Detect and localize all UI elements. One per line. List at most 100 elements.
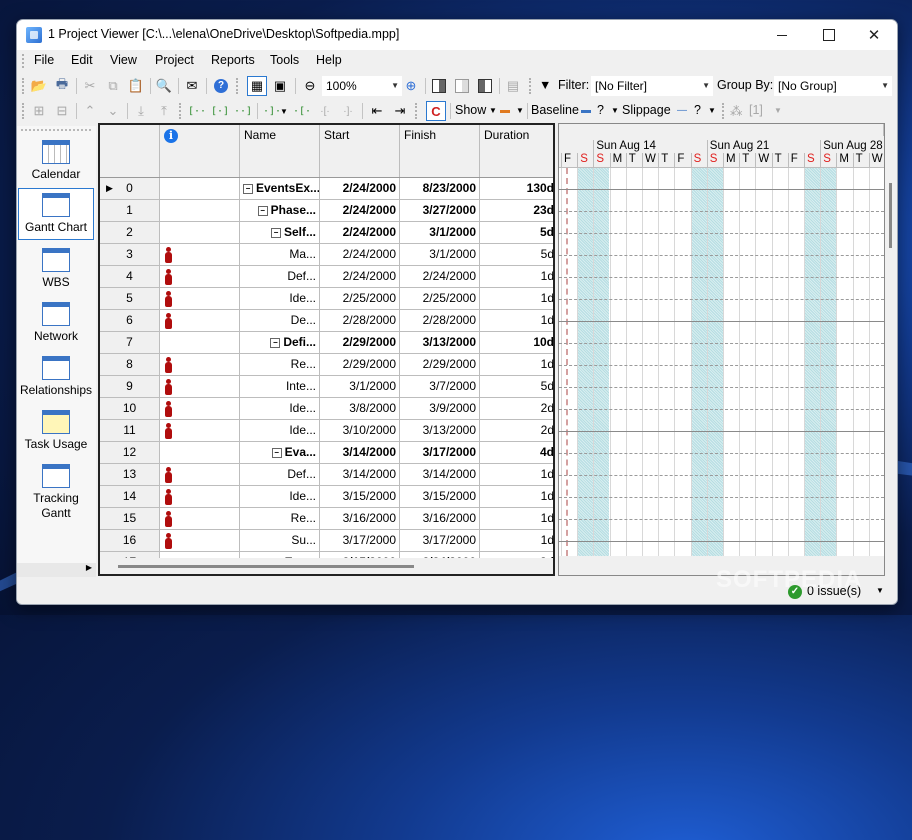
start-cell[interactable]: 2/29/2000 bbox=[320, 354, 400, 375]
table-row[interactable]: ▶ 0− EventsEx... 2/24/2000 8/23/2000 130d bbox=[100, 178, 553, 200]
column-header-finish[interactable]: Finish bbox=[400, 125, 480, 177]
column-header-duration[interactable]: Duration bbox=[480, 125, 553, 177]
start-cell[interactable]: 3/14/2000 bbox=[320, 442, 400, 463]
finish-cell[interactable]: 3/14/2000 bbox=[400, 464, 480, 485]
scroll-thumb[interactable] bbox=[889, 183, 892, 248]
name-cell[interactable]: Inte... bbox=[240, 376, 320, 397]
duration-cell[interactable]: 23d bbox=[480, 200, 553, 221]
view-bar-scroll[interactable]: ▶ bbox=[17, 563, 96, 577]
duration-cell[interactable]: 1d bbox=[480, 508, 553, 529]
finish-cell[interactable]: 3/27/2000 bbox=[400, 200, 480, 221]
row-id-cell[interactable]: 10 bbox=[100, 398, 160, 419]
scroll-thumb[interactable] bbox=[118, 565, 414, 568]
duration-cell[interactable]: 1d bbox=[480, 354, 553, 375]
table-row[interactable]: 9 Inte... 3/1/2000 3/7/2000 5d bbox=[100, 376, 553, 398]
critical-path-icon[interactable]: ⁂ bbox=[730, 103, 743, 118]
split-right-icon[interactable] bbox=[475, 76, 495, 96]
finish-cell[interactable]: 2/25/2000 bbox=[400, 288, 480, 309]
toolbar-grip[interactable] bbox=[22, 103, 26, 119]
collapse-icon[interactable]: − bbox=[271, 447, 282, 458]
row-id-cell[interactable]: 3 bbox=[100, 244, 160, 265]
table-row[interactable]: 12− Eva... 3/14/2000 3/17/2000 4d bbox=[100, 442, 553, 464]
start-cell[interactable]: 3/10/2000 bbox=[320, 420, 400, 441]
start-cell[interactable]: 3/14/2000 bbox=[320, 464, 400, 485]
close-button[interactable]: ✕ bbox=[851, 20, 897, 50]
menu-help[interactable]: Help bbox=[316, 53, 342, 67]
groupby-select[interactable]: [No Group] ▼ bbox=[774, 76, 892, 96]
sidebar-item-gantt-chart[interactable]: Gantt Chart bbox=[18, 188, 94, 240]
show-button[interactable]: Show bbox=[455, 103, 486, 117]
find-icon[interactable]: 🔍 bbox=[154, 76, 174, 96]
duration-cell[interactable]: 1d bbox=[480, 288, 553, 309]
move-up-icon[interactable]: ⌃ bbox=[80, 101, 100, 121]
name-cell[interactable]: Re... bbox=[240, 508, 320, 529]
menu-view[interactable]: View bbox=[110, 53, 137, 67]
name-cell[interactable]: Def... bbox=[240, 266, 320, 287]
row-id-cell[interactable]: 16 bbox=[100, 530, 160, 551]
chevron-down-icon[interactable]: ▼ bbox=[876, 586, 884, 595]
filter-select[interactable]: [No Filter] ▼ bbox=[591, 76, 713, 96]
menu-edit[interactable]: Edit bbox=[71, 53, 93, 67]
finish-cell[interactable]: 2/29/2000 bbox=[400, 354, 480, 375]
vertical-scrollbar[interactable] bbox=[887, 123, 897, 576]
start-cell[interactable]: 2/29/2000 bbox=[320, 332, 400, 353]
name-cell[interactable]: Ide... bbox=[240, 398, 320, 419]
duration-cell[interactable]: 5d bbox=[480, 222, 553, 243]
finish-cell[interactable]: 3/16/2000 bbox=[400, 508, 480, 529]
outdent-icon[interactable]: ⤒ bbox=[154, 101, 174, 121]
grid-view-icon[interactable]: ▦ bbox=[247, 76, 267, 96]
slippage-value[interactable]: ? bbox=[694, 103, 701, 117]
row-id-cell[interactable]: 1 bbox=[100, 200, 160, 221]
sidebar-item-relationships[interactable]: Relationships bbox=[18, 352, 94, 402]
table-row[interactable]: 14 Ide... 3/15/2000 3/15/2000 1d bbox=[100, 486, 553, 508]
layout-icon[interactable]: ▣ bbox=[270, 76, 290, 96]
open-icon[interactable]: 📂 bbox=[29, 76, 49, 96]
table-row[interactable]: 7− Defi... 2/29/2000 3/13/2000 10d bbox=[100, 332, 553, 354]
collapse-icon[interactable]: − bbox=[270, 337, 281, 348]
table-row[interactable]: 8 Re... 2/29/2000 2/29/2000 1d bbox=[100, 354, 553, 376]
table-row[interactable]: 11 Ide... 3/10/2000 3/13/2000 2d bbox=[100, 420, 553, 442]
link-both-icon[interactable]: ·[· bbox=[292, 101, 312, 121]
chevron-down-icon[interactable]: ▼ bbox=[516, 106, 524, 115]
start-cell[interactable]: 3/1/2000 bbox=[320, 376, 400, 397]
duration-cell[interactable]: 2d bbox=[480, 398, 553, 419]
start-cell[interactable]: 3/16/2000 bbox=[320, 508, 400, 529]
duration-cell[interactable]: 10d bbox=[480, 332, 553, 353]
minimize-button[interactable] bbox=[759, 20, 805, 50]
scroll-left-icon[interactable]: ⇤ bbox=[367, 101, 387, 121]
sidebar-item-tracking-gantt[interactable]: Tracking Gantt bbox=[18, 460, 94, 526]
grid-horizontal-scrollbar[interactable] bbox=[100, 558, 553, 574]
duration-cell[interactable]: 1d bbox=[480, 464, 553, 485]
critical-path-value[interactable]: [1] bbox=[749, 103, 763, 117]
row-id-cell[interactable]: 4 bbox=[100, 266, 160, 287]
properties-icon[interactable]: ▤ bbox=[503, 76, 523, 96]
table-row[interactable]: 15 Re... 3/16/2000 3/16/2000 1d bbox=[100, 508, 553, 530]
table-row[interactable]: 16 Su... 3/17/2000 3/17/2000 1d bbox=[100, 530, 553, 552]
email-icon[interactable]: ✉ bbox=[182, 76, 202, 96]
zoom-out-icon[interactable]: ⊖ bbox=[300, 76, 320, 96]
split-left-icon[interactable] bbox=[429, 76, 449, 96]
chevron-down-icon[interactable]: ▼ bbox=[708, 106, 716, 115]
table-row[interactable]: 13 Def... 3/14/2000 3/14/2000 1d bbox=[100, 464, 553, 486]
row-id-cell[interactable]: 8 bbox=[100, 354, 160, 375]
name-cell[interactable]: − Defi... bbox=[240, 332, 320, 353]
collapse-icon[interactable]: − bbox=[270, 227, 281, 238]
column-header-name[interactable]: Name bbox=[240, 125, 320, 177]
table-row[interactable]: 2− Self... 2/24/2000 3/1/2000 5d bbox=[100, 222, 553, 244]
start-cell[interactable]: 2/24/2000 bbox=[320, 266, 400, 287]
duration-cell[interactable]: 1d bbox=[480, 486, 553, 507]
column-header-indicators[interactable]: i bbox=[160, 125, 240, 177]
finish-cell[interactable]: 2/28/2000 bbox=[400, 310, 480, 331]
finish-cell[interactable]: 3/9/2000 bbox=[400, 398, 480, 419]
start-cell[interactable]: 2/28/2000 bbox=[320, 310, 400, 331]
start-cell[interactable]: 3/8/2000 bbox=[320, 398, 400, 419]
bracket-end-icon[interactable]: ··] bbox=[233, 101, 253, 121]
gantt-body[interactable] bbox=[559, 168, 884, 556]
baseline-value[interactable]: ? bbox=[597, 103, 604, 117]
collapse-icon[interactable]: ⊟ bbox=[52, 101, 72, 121]
name-cell[interactable]: Re... bbox=[240, 354, 320, 375]
duration-cell[interactable]: 5d bbox=[480, 376, 553, 397]
start-cell[interactable]: 3/17/2000 bbox=[320, 530, 400, 551]
name-cell[interactable]: − Self... bbox=[240, 222, 320, 243]
sidebar-item-network[interactable]: Network bbox=[18, 298, 94, 348]
